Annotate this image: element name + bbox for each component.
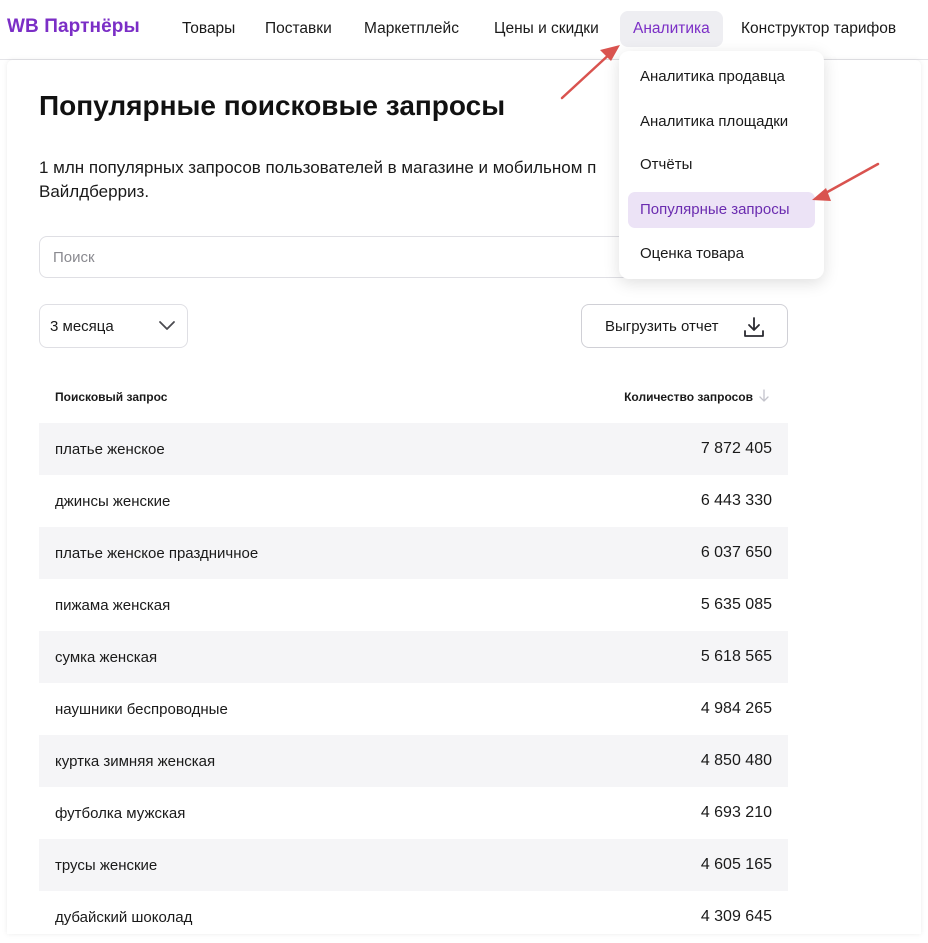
table-row: дубайский шоколад 4 309 645 — [39, 891, 788, 943]
table-row: наушники беспроводные 4 984 265 — [39, 683, 788, 735]
count-cell: 6 443 330 — [700, 492, 772, 509]
menu-item-product-rating[interactable]: Оценка товара — [628, 236, 815, 272]
page-description-line-2: Вайлдберриз. — [39, 182, 150, 201]
query-cell: трусы женские — [55, 857, 158, 874]
table-row: пижама женская 5 635 085 — [39, 579, 788, 631]
period-select-value: 3 месяца — [50, 318, 114, 335]
nav-item-postavki[interactable]: Поставки — [265, 20, 332, 38]
count-cell: 4 693 210 — [700, 804, 772, 821]
query-cell: дубайский шоколад — [55, 909, 193, 926]
query-cell: сумка женская — [55, 649, 158, 666]
table-row: платье женское 7 872 405 — [39, 423, 788, 475]
sort-arrow-icon[interactable] — [758, 389, 770, 403]
queries-table: платье женское 7 872 405 джинсы женские … — [39, 423, 788, 943]
export-report-label: Выгрузить отчет — [605, 318, 719, 335]
query-cell: джинсы женские — [55, 493, 171, 510]
table-row: трусы женские 4 605 165 — [39, 839, 788, 891]
download-icon — [744, 317, 764, 337]
query-cell: пижама женская — [55, 597, 171, 614]
chevron-down-icon — [159, 321, 175, 330]
analytics-dropdown-menu: Аналитика продавца Аналитика площадки От… — [619, 51, 824, 279]
nav-item-marketplace[interactable]: Маркетплейс — [364, 20, 459, 38]
query-cell: платье женское праздничное — [55, 545, 259, 562]
table-row: платье женское праздничное 6 037 650 — [39, 527, 788, 579]
table-row: джинсы женские 6 443 330 — [39, 475, 788, 527]
page-description-line-1: 1 млн популярных запросов пользователей … — [39, 158, 597, 177]
column-header-count[interactable]: Количество запросов — [624, 390, 753, 404]
count-cell: 5 635 085 — [700, 596, 772, 613]
nav-item-analytics[interactable]: Аналитика — [620, 11, 723, 47]
table-row: куртка зимняя женская 4 850 480 — [39, 735, 788, 787]
menu-item-popular-queries[interactable]: Популярные запросы — [628, 192, 815, 228]
count-cell: 4 850 480 — [700, 752, 772, 769]
count-cell: 7 872 405 — [700, 440, 772, 457]
nav-item-tovary[interactable]: Товары — [182, 20, 235, 38]
menu-item-platform-analytics[interactable]: Аналитика площадки — [628, 104, 815, 140]
table-row: сумка женская 5 618 565 — [39, 631, 788, 683]
column-header-query: Поисковый запрос — [55, 390, 168, 404]
page-description: 1 млн популярных запросов пользователей … — [39, 156, 639, 204]
query-cell: футболка мужская — [55, 805, 186, 822]
period-select[interactable]: 3 месяца — [39, 304, 188, 348]
count-cell: 6 037 650 — [700, 544, 772, 561]
logo[interactable]: WB Партнёры — [7, 16, 140, 38]
query-cell: наушники беспроводные — [55, 701, 228, 718]
menu-item-seller-analytics[interactable]: Аналитика продавца — [628, 59, 815, 95]
count-cell: 4 605 165 — [700, 856, 772, 873]
export-report-button[interactable]: Выгрузить отчет — [581, 304, 788, 348]
count-cell: 4 309 645 — [700, 908, 772, 925]
query-cell: платье женское — [55, 441, 165, 458]
nav-item-tariff-constructor[interactable]: Конструктор тарифов — [741, 20, 896, 38]
query-cell: куртка зимняя женская — [55, 753, 216, 770]
table-row: футболка мужская 4 693 210 — [39, 787, 788, 839]
page-title: Популярные поисковые запросы — [39, 90, 506, 121]
count-cell: 4 984 265 — [700, 700, 772, 717]
count-cell: 5 618 565 — [700, 648, 772, 665]
nav-item-prices[interactable]: Цены и скидки — [494, 20, 599, 38]
menu-item-reports[interactable]: Отчёты — [628, 147, 815, 183]
